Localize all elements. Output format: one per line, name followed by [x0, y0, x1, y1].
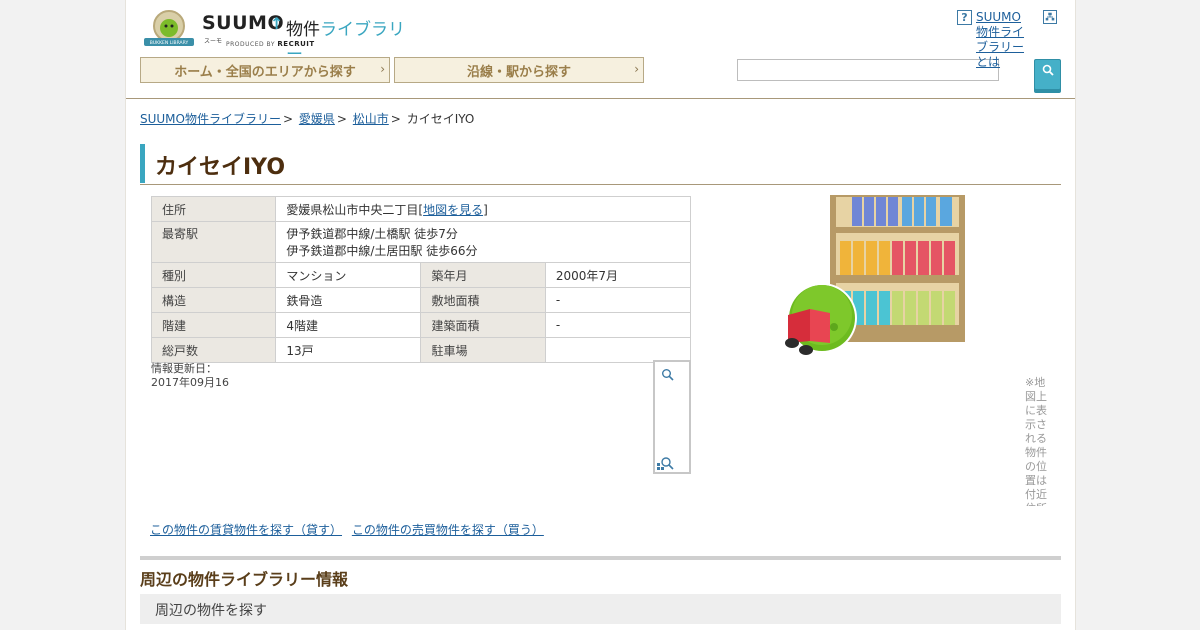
map-link[interactable]: 地図を見る — [423, 203, 483, 217]
breadcrumb-separator: > — [336, 112, 347, 126]
rental-search-link[interactable]: この物件の賃貸物件を探す（貸す） — [150, 523, 342, 537]
about-library-link[interactable]: SUUMO物件ライブラリーとは — [976, 10, 1030, 70]
table-cell-label: 建築面積 — [420, 312, 546, 338]
nearby-section-title: 周辺の物件ライブラリー情報 — [140, 570, 349, 589]
search-links: この物件の賃貸物件を探す（貸す） この物件の売買物件を探す（買う） — [150, 521, 550, 538]
station-value: 伊予鉄道郡中線/土橋駅 徒歩7分 伊予鉄道郡中線/土居田駅 徒歩66分 — [275, 221, 691, 263]
breadcrumb: SUUMO物件ライブラリー > 愛媛県 > 松山市 > カイセイIYO — [140, 110, 474, 127]
site-logo[interactable]: SUUMO ↑ 物件ライブラリー スーモ PRODUCED BY RECRUIT — [202, 12, 417, 65]
updated-value: 2017年09月16 — [151, 376, 229, 389]
zoom-in-icon[interactable] — [661, 368, 675, 382]
breadcrumb-current: カイセイIYO — [406, 112, 475, 126]
logo-arrow-icon: ↑ — [270, 14, 284, 33]
sitemap-icon[interactable] — [1043, 10, 1057, 24]
badge-text: BUKKEN LIBRARY — [150, 40, 189, 46]
table-cell-value: 2000年7月 — [544, 262, 692, 288]
map-zoom-panel — [653, 360, 691, 474]
logo-produced-by: PRODUCED BY RECRUIT — [226, 40, 315, 48]
nearby-subsection-title: 周辺の物件を探す — [155, 603, 267, 619]
table-cell-label: 構造 — [150, 287, 277, 313]
breadcrumb-root-link[interactable]: SUUMO物件ライブラリー — [140, 112, 281, 126]
search-input[interactable] — [737, 59, 999, 81]
table-row: 総戸数 13戸 駐車場 — [150, 337, 692, 363]
chevron-right-icon: › — [634, 62, 639, 76]
title-accent-bar — [140, 144, 145, 183]
zoom-out-icon[interactable] — [656, 454, 674, 472]
chevron-right-icon: › — [380, 62, 385, 76]
nearby-subsection-header: 周辺の物件を探す — [140, 594, 1061, 624]
property-info-table: 住所 愛媛県松山市中央二丁目[地図を見る] 最寄駅 伊予鉄道郡中線/土橋駅 徒歩… — [150, 196, 692, 363]
station-label: 最寄駅 — [150, 221, 277, 263]
table-cell-label: 階建 — [150, 312, 277, 338]
table-row: 構造 鉄骨造 敷地面積 - — [150, 287, 692, 313]
nav-home-label: ホーム・全国のエリアから探す — [174, 64, 356, 80]
table-row: 最寄駅 伊予鉄道郡中線/土橋駅 徒歩7分 伊予鉄道郡中線/土居田駅 徒歩66分 — [150, 221, 691, 263]
breadcrumb-city-link[interactable]: 松山市 — [353, 112, 389, 126]
table-cell-label: 駐車場 — [420, 337, 546, 363]
table-row: 階建 4階建 建築面積 - — [150, 312, 692, 338]
page: BUKKEN LIBRARY SUUMO ↑ 物件ライブラリー スーモ PROD… — [125, 0, 1076, 630]
logo-reading: スーモ — [204, 38, 223, 45]
nav-line-label: 沿線・駅から探す — [466, 64, 571, 80]
breadcrumb-separator: > — [282, 112, 294, 126]
page-title-block: カイセイIYO — [140, 144, 1061, 185]
breadcrumb-prefecture-link[interactable]: 愛媛県 — [299, 112, 335, 126]
search-icon — [1042, 64, 1054, 76]
map-disclaimer-note: ※地図上に表示される物件の位置は付近住所に所在するものであり実際の物件の所在地と… — [1025, 376, 1047, 506]
nav-line-station-button[interactable]: 沿線・駅から探す › — [394, 57, 644, 83]
table-cell-value: - — [544, 287, 692, 313]
table-cell-label: 総戸数 — [150, 337, 277, 363]
section-divider — [140, 556, 1061, 560]
updated-label: 情報更新日： — [151, 362, 217, 375]
address-value: 愛媛県松山市中央二丁目[地図を見る] — [275, 196, 691, 222]
sale-search-link[interactable]: この物件の売買物件を探す（買う） — [352, 523, 544, 537]
table-cell-value: 鉄骨造 — [275, 287, 422, 313]
table-cell-label: 種別 — [150, 262, 277, 288]
table-cell-value — [544, 337, 692, 363]
suumo-reading-bookshelf-illustration — [785, 195, 965, 355]
table-cell-value: 4階建 — [275, 312, 422, 338]
table-cell-label: 築年月 — [420, 262, 546, 288]
page-title: カイセイIYO — [155, 155, 286, 180]
updated-date: 情報更新日： 2017年09月16 — [151, 362, 229, 390]
table-row: 種別 マンション 築年月 2000年7月 — [150, 262, 692, 288]
table-cell-value: マンション — [275, 262, 422, 288]
bukken-library-badge-icon[interactable]: BUKKEN LIBRARY — [140, 8, 198, 48]
search-button[interactable] — [1034, 59, 1061, 93]
table-cell-label: 敷地面積 — [420, 287, 546, 313]
address-label: 住所 — [150, 196, 277, 222]
table-cell-value: 13戸 — [275, 337, 422, 363]
nav-home-area-button[interactable]: ホーム・全国のエリアから探す › — [140, 57, 390, 83]
breadcrumb-separator: > — [390, 112, 401, 126]
table-cell-value: - — [544, 312, 692, 338]
table-row: 住所 愛媛県松山市中央二丁目[地図を見る] — [150, 196, 691, 222]
site-header: BUKKEN LIBRARY SUUMO ↑ 物件ライブラリー スーモ PROD… — [126, 0, 1075, 99]
question-icon[interactable]: ? — [957, 10, 972, 25]
station-line-2: 伊予鉄道郡中線/土居田駅 徒歩66分 — [286, 244, 478, 258]
station-line-1: 伊予鉄道郡中線/土橋駅 徒歩7分 — [286, 227, 458, 241]
help-area: ? SUUMO物件ライブラリーとは — [957, 10, 1067, 69]
